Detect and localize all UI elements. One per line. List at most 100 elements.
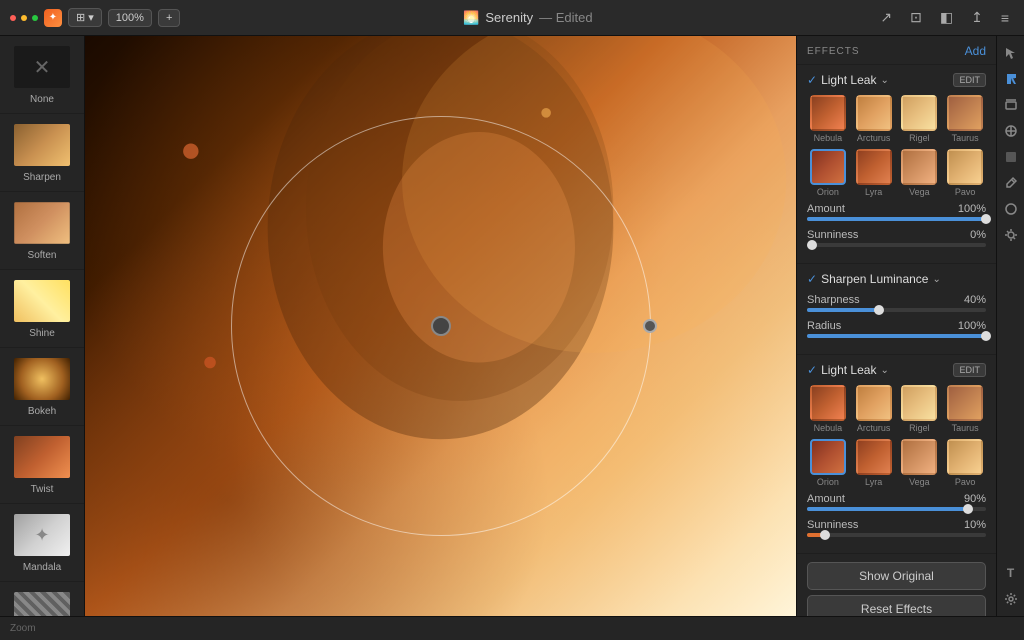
menu-icon[interactable]: ≡ (996, 8, 1014, 28)
adjust-icon[interactable]: ◧ (935, 7, 958, 28)
thumb-nebula-3[interactable]: Nebula (807, 385, 849, 433)
sunniness-slider-track-1[interactable] (807, 243, 986, 247)
amount-slider-track-3[interactable] (807, 507, 986, 511)
thumb-taurus-3[interactable]: Taurus (944, 385, 986, 433)
sharpness-label: Sharpness (807, 294, 860, 306)
show-original-btn[interactable]: Show Original (807, 562, 986, 590)
brush-tool-btn[interactable] (1000, 172, 1022, 194)
effect-3-dropdown-icon[interactable]: ⌄ (880, 365, 888, 376)
thumb-arcturus-3[interactable]: Arcturus (853, 385, 895, 433)
arrow-tool-btn[interactable] (1000, 68, 1022, 90)
twist-label: Twist (31, 484, 54, 495)
nebula-label: Nebula (814, 133, 843, 143)
export-icon[interactable]: ↥ (966, 7, 988, 28)
cursor-tool-btn[interactable] (1000, 42, 1022, 64)
light-adjust-btn[interactable] (1000, 224, 1022, 246)
reset-effects-btn[interactable]: Reset Effects (807, 595, 986, 616)
add-effect-btn[interactable]: Add (965, 44, 986, 58)
radius-slider-track[interactable] (807, 334, 986, 338)
thumb-vega-3[interactable]: Vega (899, 439, 941, 487)
radius-value: 100% (958, 320, 986, 332)
sharpen-check-icon[interactable]: ✓ (807, 272, 817, 286)
sharpness-slider-row: Sharpness 40% (807, 294, 986, 306)
sharpness-slider-track[interactable] (807, 308, 986, 312)
thumb-taurus[interactable]: Taurus (944, 95, 986, 143)
effect-1-dropdown-icon[interactable]: ⌄ (880, 75, 888, 86)
sunniness-handle-3[interactable] (820, 530, 830, 540)
sidebar-item-shine[interactable]: Shine (0, 270, 84, 348)
sunniness-slider-track-3[interactable] (807, 533, 986, 537)
amount-label-1: Amount (807, 203, 845, 215)
radius-label: Radius (807, 320, 841, 332)
effect-1-check-icon[interactable]: ✓ (807, 73, 817, 87)
minimize-dot[interactable] (21, 15, 27, 21)
amount-fill-1 (807, 217, 986, 221)
expand-dot[interactable] (32, 15, 38, 21)
sidebar-item-sharpen[interactable]: Sharpen (0, 114, 84, 192)
thumb-pavo[interactable]: Pavo (944, 149, 986, 197)
sunniness-handle-1[interactable] (807, 240, 817, 250)
effect-1-edit-btn[interactable]: EDIT (953, 73, 986, 87)
mandala-label: Mandala (23, 562, 61, 573)
filter-tool-btn[interactable] (1000, 120, 1022, 142)
thumb-orion-3[interactable]: Orion (807, 439, 849, 487)
none-label: None (30, 94, 54, 105)
amount-handle-3[interactable] (963, 504, 973, 514)
thumb-arcturus[interactable]: Arcturus (853, 95, 895, 143)
amount-handle-1[interactable] (981, 214, 991, 224)
pavo-label-3: Pavo (955, 477, 976, 487)
sharpen-dropdown-icon[interactable]: ⌄ (932, 274, 940, 285)
sunniness-value-1: 0% (970, 229, 986, 241)
mask-tool-btn[interactable] (1000, 146, 1022, 168)
selection-circle[interactable] (231, 116, 651, 536)
sidebar-item-angular[interactable]: Angular (0, 582, 84, 616)
view-toggle[interactable]: ⊞ ▾ (68, 8, 102, 27)
thumb-rigel-3[interactable]: Rigel (899, 385, 941, 433)
bokeh-thumb (12, 356, 72, 402)
circle-select-btn[interactable] (1000, 198, 1022, 220)
thumb-nebula[interactable]: Nebula (807, 95, 849, 143)
settings-btn[interactable] (1000, 588, 1022, 610)
sidebar-item-none[interactable]: ✕ None (0, 36, 84, 114)
zoom-add-btn[interactable]: + (158, 9, 180, 27)
effect-3-check-icon[interactable]: ✓ (807, 363, 817, 377)
effect-section-3-header: ✓ Light Leak ⌄ EDIT (807, 363, 986, 377)
amount-fill-3 (807, 507, 968, 511)
circle-center-handle[interactable] (431, 316, 451, 336)
radius-handle[interactable] (981, 331, 991, 341)
thumb-orion[interactable]: Orion (807, 149, 849, 197)
sidebar-item-twist[interactable]: Twist (0, 426, 84, 504)
rect-tool-btn[interactable] (1000, 94, 1022, 116)
window-controls (10, 15, 38, 21)
sidebar-item-bokeh[interactable]: Bokeh (0, 348, 84, 426)
thumb-lyra[interactable]: Lyra (853, 149, 895, 197)
canvas-area[interactable] (85, 36, 796, 616)
sharpen-label: Sharpen (23, 172, 61, 183)
amount-slider-track-1[interactable] (807, 217, 986, 221)
sidebar-item-mandala[interactable]: ✦ Mandala (0, 504, 84, 582)
angular-preview (14, 592, 70, 616)
effect-3-label: Light Leak (821, 363, 876, 377)
sharpness-handle[interactable] (874, 305, 884, 315)
arcturus-label-3: Arcturus (857, 423, 891, 433)
circle-resize-handle[interactable] (643, 319, 657, 333)
thumb-vega[interactable]: Vega (899, 149, 941, 197)
effect-section-3: ✓ Light Leak ⌄ EDIT Nebula Arcturus Rige (797, 354, 996, 553)
crop-icon[interactable]: ⊡ (905, 7, 927, 28)
thumb-lyra-3[interactable]: Lyra (853, 439, 895, 487)
share-icon[interactable]: ↗ (875, 7, 897, 28)
rigel-img-3 (901, 385, 937, 421)
sidebar-item-soften[interactable]: Soften (0, 192, 84, 270)
zoombar: Zoom (0, 616, 1024, 640)
mandala-thumb: ✦ (12, 512, 72, 558)
arcturus-label: Arcturus (857, 133, 891, 143)
text-tool-btn[interactable]: T (1000, 562, 1022, 584)
effects-header: EFFECTS Add (797, 36, 996, 64)
close-dot[interactable] (10, 15, 16, 21)
bokeh-preview (14, 358, 70, 400)
zoom-control[interactable]: 100% (108, 9, 152, 27)
effect-3-edit-btn[interactable]: EDIT (953, 363, 986, 377)
thumb-pavo-3[interactable]: Pavo (944, 439, 986, 487)
shine-label: Shine (29, 328, 55, 339)
thumb-rigel[interactable]: Rigel (899, 95, 941, 143)
